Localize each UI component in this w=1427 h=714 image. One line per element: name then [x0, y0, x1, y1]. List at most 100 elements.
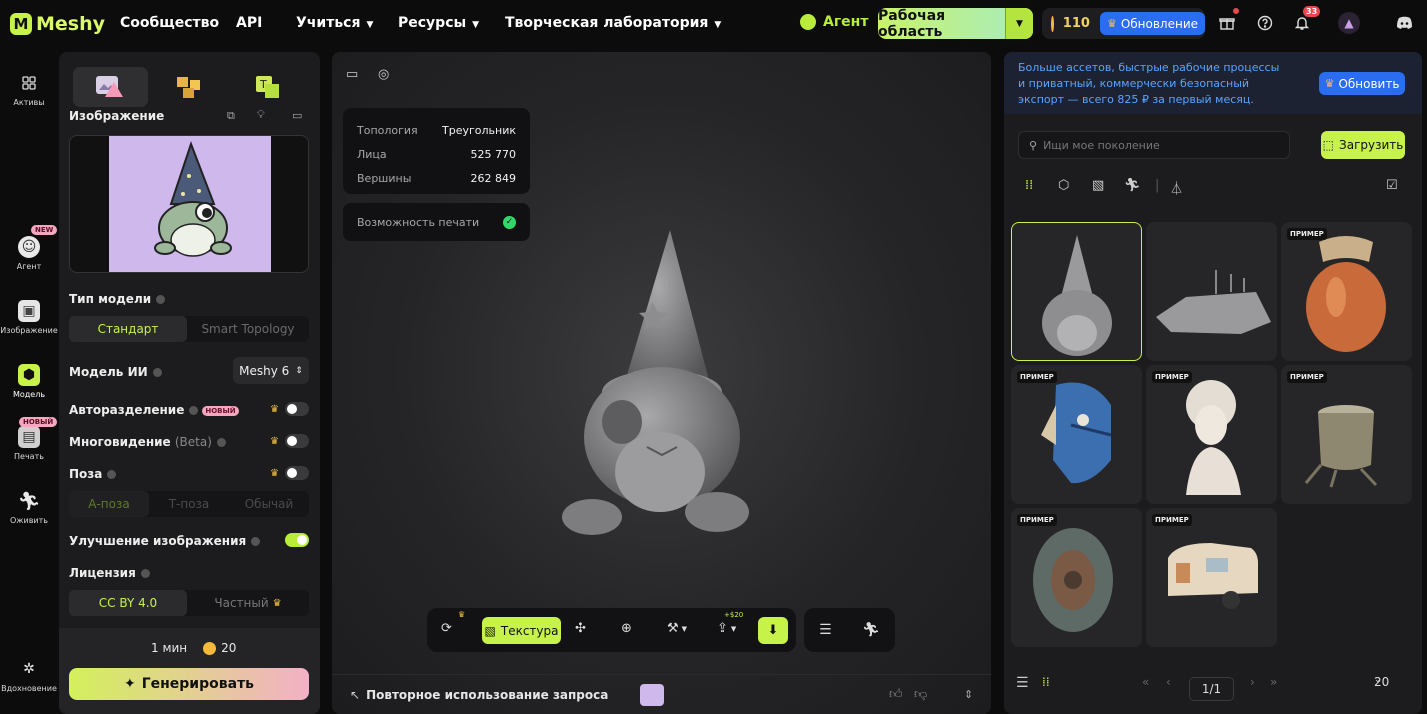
model-viewer[interactable]: ▭ ◎ Топология Треугольник Лица 525 770 Вер…: [332, 52, 991, 714]
nav-community[interactable]: Сообщество: [120, 15, 219, 31]
running-icon: 🏃︎: [17, 490, 41, 512]
monitor-icon[interactable]: ▭: [346, 67, 358, 82]
chevron-updown-icon[interactable]: ⇕: [964, 688, 973, 701]
example-tag: ПРИМЕР: [1152, 371, 1192, 383]
info-icon[interactable]: [140, 569, 150, 578]
option-cc-by[interactable]: CC BY 4.0: [69, 590, 187, 616]
nav-creative-lab[interactable]: Творческая лаборатория ▼: [505, 15, 721, 31]
texture-button[interactable]: ▧ Текстура: [482, 617, 561, 644]
promo-upgrade-button[interactable]: ♛ Обновить: [1319, 72, 1405, 95]
agent-link[interactable]: Агент: [800, 14, 868, 30]
page-input[interactable]: 1/1: [1189, 677, 1234, 701]
tab-image-to-3d[interactable]: [73, 67, 148, 107]
info-icon[interactable]: [156, 295, 166, 304]
ai-model-select[interactable]: Meshy 6 ⇕: [233, 357, 309, 384]
first-page-icon[interactable]: «: [1142, 675, 1149, 689]
discord-icon[interactable]: [1393, 12, 1415, 34]
all-filter-icon[interactable]: ⁞⁞: [1025, 178, 1033, 193]
remesh-icon[interactable]: ✣: [575, 621, 586, 636]
tab-multi-image[interactable]: [152, 67, 227, 107]
rail-item-animate[interactable]: 🏃︎ Оживить: [0, 490, 58, 526]
cube-filter-icon[interactable]: ⬡: [1058, 178, 1069, 193]
rail-item-model[interactable]: ⬢ Модель: [0, 364, 58, 399]
info-icon[interactable]: [251, 537, 261, 546]
lightbulb-icon[interactable]: 💡︎: [257, 108, 265, 122]
asset-card[interactable]: ПРИМЕР: [1146, 508, 1277, 647]
rail-item-image[interactable]: ▣ Изображение: [0, 300, 58, 335]
option-t-pose[interactable]: Т-поза: [149, 491, 229, 517]
export-icon[interactable]: ⇪ ▼: [717, 621, 736, 636]
generation-panel: T Изображение ⧉ 💡︎ ▭ Тип модели Стандарт…: [59, 52, 320, 714]
reuse-prompt-button[interactable]: Повторное использование запроса: [366, 688, 608, 702]
ai-model-label: Модель ИИ: [69, 365, 162, 379]
option-custom-pose[interactable]: Обычай: [229, 491, 309, 517]
upload-button[interactable]: ⬚ Загрузить: [1321, 131, 1405, 159]
document-icon[interactable]: ▭: [292, 109, 302, 122]
asset-card[interactable]: ПРИМЕР: [1146, 365, 1277, 504]
search-input[interactable]: Ищи мое поколение: [1043, 139, 1160, 152]
refresh-icon[interactable]: ⟳: [441, 621, 452, 636]
sliders-icon[interactable]: ☰: [819, 622, 832, 638]
prev-page-icon[interactable]: ‹: [1166, 675, 1171, 689]
globe-icon[interactable]: ◎: [378, 67, 389, 82]
avatar[interactable]: ▲: [1338, 12, 1360, 34]
upgrade-button[interactable]: ♛ Обновление: [1099, 12, 1205, 35]
help-icon[interactable]: [1254, 12, 1276, 34]
thumbs-up-icon[interactable]: 👍︎: [889, 687, 903, 702]
rail-item-agent[interactable]: NEW ☺ Агент: [0, 225, 58, 271]
thumbs-down-icon[interactable]: 👎︎: [914, 687, 927, 702]
option-smart-topology[interactable]: Smart Topology: [187, 316, 309, 342]
info-icon[interactable]: [216, 438, 226, 447]
workspace-button[interactable]: Рабочая область ▼: [878, 8, 1033, 40]
prompt-thumbnail[interactable]: [640, 683, 665, 706]
asset-card[interactable]: ПРИМЕР: [1011, 365, 1142, 504]
tools-icon[interactable]: ⚒ ▼: [667, 621, 687, 636]
asset-card[interactable]: [1011, 222, 1142, 361]
tab-text-to-3d[interactable]: T: [230, 67, 305, 107]
generate-button[interactable]: ✦ Генерировать: [69, 668, 309, 700]
generate-footer: 1 мин 20 ✦ Генерировать: [59, 628, 320, 714]
rig-icon[interactable]: ⊕: [621, 621, 632, 636]
chevron-down-icon[interactable]: ▼: [1005, 8, 1033, 39]
multiview-toggle[interactable]: [285, 434, 309, 448]
nav-api[interactable]: API: [236, 15, 262, 31]
filter-icon[interactable]: ⏃: [1170, 178, 1183, 197]
auto-split-toggle[interactable]: [285, 402, 309, 416]
list-view-icon[interactable]: ☰: [1016, 675, 1029, 691]
option-private[interactable]: Частный ♛: [187, 590, 309, 616]
asset-card[interactable]: ПРИМЕР: [1281, 222, 1412, 361]
nav-resources[interactable]: Ресурсы ▼: [398, 15, 479, 31]
new-tag: НОВЫЙ: [202, 405, 239, 416]
nav-learn[interactable]: Учиться ▼: [296, 15, 373, 31]
option-a-pose[interactable]: А-поза: [69, 491, 149, 517]
info-icon[interactable]: [107, 470, 117, 479]
info-icon[interactable]: [189, 406, 199, 415]
asset-card[interactable]: ПРИМЕР: [1011, 508, 1142, 647]
rail-item-assets[interactable]: Активы: [0, 72, 58, 107]
input-image[interactable]: [69, 135, 309, 273]
texture-filter-icon[interactable]: ▧: [1092, 178, 1104, 193]
asset-card[interactable]: ПРИМЕР: [1281, 365, 1412, 504]
option-standard[interactable]: Стандарт: [69, 316, 187, 342]
download-button[interactable]: ⬇: [758, 617, 788, 644]
logo[interactable]: M Meshy: [10, 13, 106, 35]
next-page-icon[interactable]: ›: [1250, 675, 1255, 689]
info-icon[interactable]: [152, 368, 162, 377]
reference-icon[interactable]: ⧉: [227, 109, 235, 123]
animation-filter-icon[interactable]: 🏃︎: [1124, 178, 1141, 193]
search-box[interactable]: ⚲ Ищи мое поколение: [1018, 131, 1290, 159]
agent-icon: ☺: [18, 236, 40, 258]
model-type-selector: Стандарт Smart Topology: [69, 316, 309, 342]
rail-item-print[interactable]: НОВЫЙ ▤ Печать: [0, 417, 58, 461]
license-selector: CC BY 4.0 Частный ♛: [69, 590, 309, 616]
asset-card[interactable]: [1146, 222, 1277, 361]
last-page-icon[interactable]: »: [1270, 675, 1277, 689]
gift-icon[interactable]: [1216, 8, 1239, 34]
pose-toggle[interactable]: [285, 466, 309, 480]
bell-icon[interactable]: 33: [1291, 6, 1321, 34]
enhance-toggle[interactable]: [285, 533, 309, 547]
rail-item-inspiration[interactable]: ✲ Вдохновение: [0, 658, 58, 693]
grid-view-icon[interactable]: ⁞⁞: [1042, 675, 1050, 689]
animate-icon[interactable]: 🏃︎: [862, 622, 880, 638]
select-checkbox-icon[interactable]: ☑: [1386, 178, 1398, 193]
